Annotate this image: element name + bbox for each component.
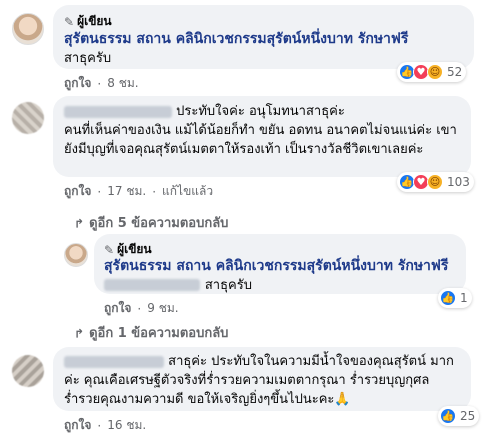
avatar[interactable]: [12, 13, 44, 45]
timestamp[interactable]: 17 ชม.: [107, 182, 146, 201]
timestamp[interactable]: 16 ชม.: [107, 416, 146, 435]
avatar[interactable]: [12, 355, 44, 387]
reply-arrow-icon: ↳: [74, 325, 85, 340]
like-reaction-icon: 👍: [440, 408, 456, 424]
reaction-count: 52: [447, 65, 463, 79]
care-reaction-icon: ☺: [427, 64, 443, 80]
redacted-name[interactable]: [64, 355, 164, 368]
reply-author-link[interactable]: สุรัตนธรรม สถาน คลินิกเวชกรรมสุรัตน์หนึ่…: [104, 258, 448, 274]
reaction-summary[interactable]: 👍 25: [438, 406, 480, 426]
reply-body: สาธุครับ: [204, 278, 252, 293]
author-label: ผู้เขียน: [77, 14, 112, 28]
reply-text: สุรัตนธรรม สถาน คลินิกเวชกรรมสุรัตน์หนึ่…: [104, 257, 459, 295]
care-reaction-icon: ☺: [427, 174, 443, 190]
separator: ·: [97, 184, 102, 199]
comment-text: สาธุครับ: [64, 51, 112, 66]
pen-icon: ✎: [104, 242, 115, 257]
comment-actions: ถูกใจ · 16 ชม.: [64, 416, 146, 435]
redacted-mention[interactable]: [104, 279, 200, 291]
reaction-summary[interactable]: 👍 ♥ ☺ 52: [397, 62, 467, 82]
separator: ·: [97, 418, 102, 433]
like-button[interactable]: ถูกใจ: [64, 74, 91, 93]
separator: ·: [137, 301, 142, 316]
separator: ·: [97, 76, 102, 91]
view-more-replies-label: ดูอีก 5 ข้อความตอบกลับ: [89, 216, 229, 231]
reply-arrow-icon: ↳: [74, 215, 85, 230]
comment-text: สาธุค่ะ ประทับใจในความมีน้ำใจของคุณสุรัต…: [64, 352, 464, 409]
view-more-replies[interactable]: ↳ ดูอีก 1 ข้อความตอบกลับ: [74, 322, 228, 343]
comment-text: ประทับใจค่ะ อนุโมทนาสาธุค่ะ คนที่เห็นค่า…: [64, 102, 464, 159]
comment-actions: ถูกใจ · 8 ชม.: [64, 74, 139, 93]
edited-label[interactable]: แก้ไขแล้ว: [162, 182, 213, 201]
reply-actions: ถูกใจ · 9 ชม.: [104, 299, 179, 318]
comment-actions: ถูกใจ · 17 ชม. · แก้ไขแล้ว: [64, 182, 213, 201]
view-more-replies[interactable]: ↳ ดูอีก 5 ข้อความตอบกลับ: [74, 212, 228, 233]
like-reaction-icon: 👍: [440, 290, 456, 306]
redacted-name[interactable]: [64, 105, 172, 118]
avatar[interactable]: [12, 102, 44, 134]
timestamp[interactable]: 9 ชม.: [147, 299, 178, 318]
separator: ·: [152, 184, 157, 199]
like-button[interactable]: ถูกใจ: [104, 299, 131, 318]
view-more-replies-label: ดูอีก 1 ข้อความตอบกลับ: [89, 326, 229, 341]
reaction-count: 1: [460, 291, 468, 305]
comment-body-first: สาธุค่ะ ประทับใจในความมีน้ำใจของคุณสุรัต…: [168, 354, 426, 369]
reaction-count: 25: [460, 409, 476, 423]
reaction-count: 103: [447, 175, 470, 189]
timestamp[interactable]: 8 ชม.: [107, 74, 138, 93]
avatar[interactable]: [64, 243, 88, 267]
like-button[interactable]: ถูกใจ: [64, 182, 91, 201]
reaction-summary[interactable]: 👍 1: [438, 288, 472, 308]
like-button[interactable]: ถูกใจ: [64, 416, 91, 435]
reaction-summary[interactable]: 👍 ♥ ☺ 103: [397, 172, 474, 192]
comment-author-link[interactable]: สุรัตนธรรม สถาน คลินิกเวชกรรมสุรัตน์หนึ่…: [64, 30, 466, 49]
pen-icon: ✎: [64, 14, 75, 29]
author-badge: ✎ ผู้เขียน: [64, 12, 112, 31]
